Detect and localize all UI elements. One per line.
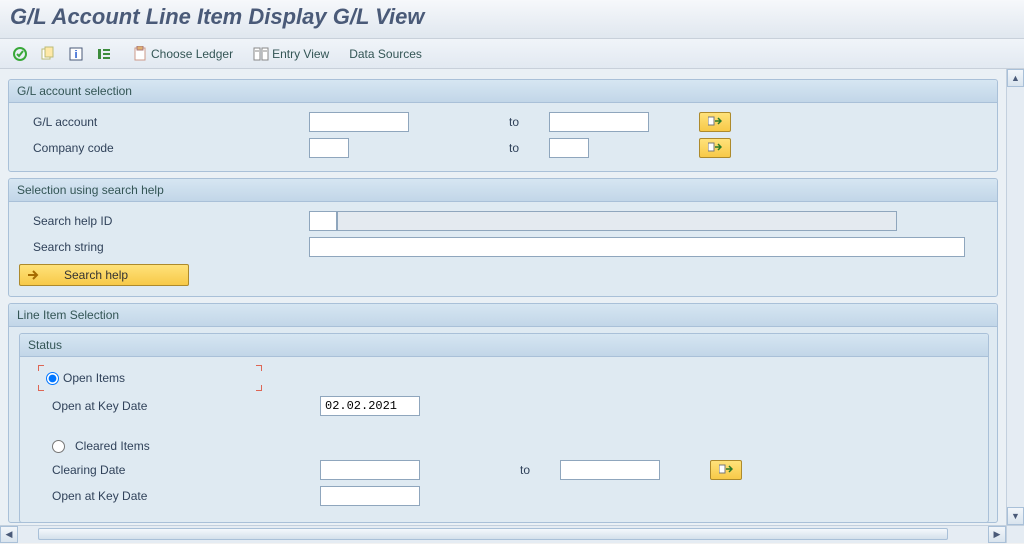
focus-corner xyxy=(256,365,262,371)
svg-text:i: i xyxy=(74,49,77,61)
data-sources-label: Data Sources xyxy=(349,47,422,61)
choose-ledger-button[interactable]: Choose Ledger xyxy=(128,44,237,64)
multi-select-icon xyxy=(708,142,722,154)
open-key-date-input[interactable] xyxy=(320,396,420,416)
search-string-label: Search string xyxy=(19,240,309,254)
search-help-id-input[interactable] xyxy=(309,211,337,231)
info-button[interactable]: i xyxy=(64,44,88,64)
variant-icon xyxy=(40,46,56,62)
search-help-id-label: Search help ID xyxy=(19,214,309,228)
cleared-items-radio[interactable] xyxy=(52,440,65,453)
search-help-button-label: Search help xyxy=(64,268,128,282)
line-item-selection-header: Line Item Selection xyxy=(9,304,997,327)
execute-icon xyxy=(12,46,28,62)
scroll-thumb[interactable] xyxy=(38,528,948,540)
toolbar: i Choose Ledger Entry View Data Sources xyxy=(0,39,1024,69)
multi-select-icon xyxy=(708,116,722,128)
scroll-down-button[interactable]: ▼ xyxy=(1007,507,1024,525)
gl-account-to-label: to xyxy=(489,115,549,129)
scroll-track[interactable] xyxy=(18,526,988,543)
variant-button[interactable] xyxy=(36,44,60,64)
focus-corner xyxy=(38,365,44,371)
choose-ledger-label: Choose Ledger xyxy=(151,47,233,61)
arrow-right-icon xyxy=(26,268,40,282)
cleared-key-date-input[interactable] xyxy=(320,486,420,506)
entry-view-button[interactable]: Entry View xyxy=(249,44,333,64)
search-help-button[interactable]: Search help xyxy=(19,264,189,286)
vertical-scrollbar[interactable]: ▲ ▼ xyxy=(1006,69,1024,525)
info-icon: i xyxy=(68,46,84,62)
gl-account-selection-header: G/L account selection xyxy=(9,80,997,103)
company-code-to-input[interactable] xyxy=(549,138,589,158)
clearing-date-multi-button[interactable] xyxy=(710,460,742,480)
data-sources-button[interactable]: Data Sources xyxy=(345,45,426,63)
entry-view-label: Entry View xyxy=(272,47,329,61)
status-group: Status Open Items Open at Key D xyxy=(19,333,989,523)
clearing-date-to-input[interactable] xyxy=(560,460,660,480)
gl-account-to-input[interactable] xyxy=(549,112,649,132)
search-help-id-desc xyxy=(337,211,897,231)
search-help-group: Selection using search help Search help … xyxy=(8,178,998,297)
gl-account-multi-button[interactable] xyxy=(699,112,731,132)
list-icon xyxy=(96,46,112,62)
execute-button[interactable] xyxy=(8,44,32,64)
line-item-selection-group: Line Item Selection Status Open Items xyxy=(8,303,998,523)
multi-select-icon xyxy=(719,464,733,476)
clipboard-icon xyxy=(132,46,148,62)
search-help-header: Selection using search help xyxy=(9,179,997,202)
company-code-to-label: to xyxy=(489,141,549,155)
scroll-left-button[interactable]: ◀ xyxy=(0,526,18,543)
cleared-items-label: Cleared Items xyxy=(75,439,150,453)
scroll-right-button[interactable]: ▶ xyxy=(988,526,1006,543)
scroll-up-button[interactable]: ▲ xyxy=(1007,69,1024,87)
status-header: Status xyxy=(20,334,988,357)
gl-account-selection-group: G/L account selection G/L account to Com… xyxy=(8,79,998,172)
clearing-date-label: Clearing Date xyxy=(30,463,320,477)
cleared-key-date-label: Open at Key Date xyxy=(30,489,320,503)
company-code-from-input[interactable] xyxy=(309,138,349,158)
open-items-label: Open Items xyxy=(63,371,125,385)
search-string-input[interactable] xyxy=(309,237,965,257)
focus-corner xyxy=(256,385,262,391)
company-code-label: Company code xyxy=(19,141,309,155)
clearing-date-from-input[interactable] xyxy=(320,460,420,480)
clearing-date-to-label: to xyxy=(500,463,560,477)
horizontal-scrollbar[interactable]: ◀ ▶ xyxy=(0,525,1006,543)
entry-view-icon xyxy=(253,46,269,62)
page-title: G/L Account Line Item Display G/L View xyxy=(0,0,1024,39)
open-items-radio[interactable] xyxy=(46,372,59,385)
gl-account-from-input[interactable] xyxy=(309,112,409,132)
scroll-corner xyxy=(1006,525,1024,543)
company-code-multi-button[interactable] xyxy=(699,138,731,158)
list-button[interactable] xyxy=(92,44,116,64)
open-key-date-label: Open at Key Date xyxy=(30,399,320,413)
gl-account-label: G/L account xyxy=(19,115,309,129)
focus-corner xyxy=(38,385,44,391)
scroll-track[interactable] xyxy=(1007,87,1024,507)
